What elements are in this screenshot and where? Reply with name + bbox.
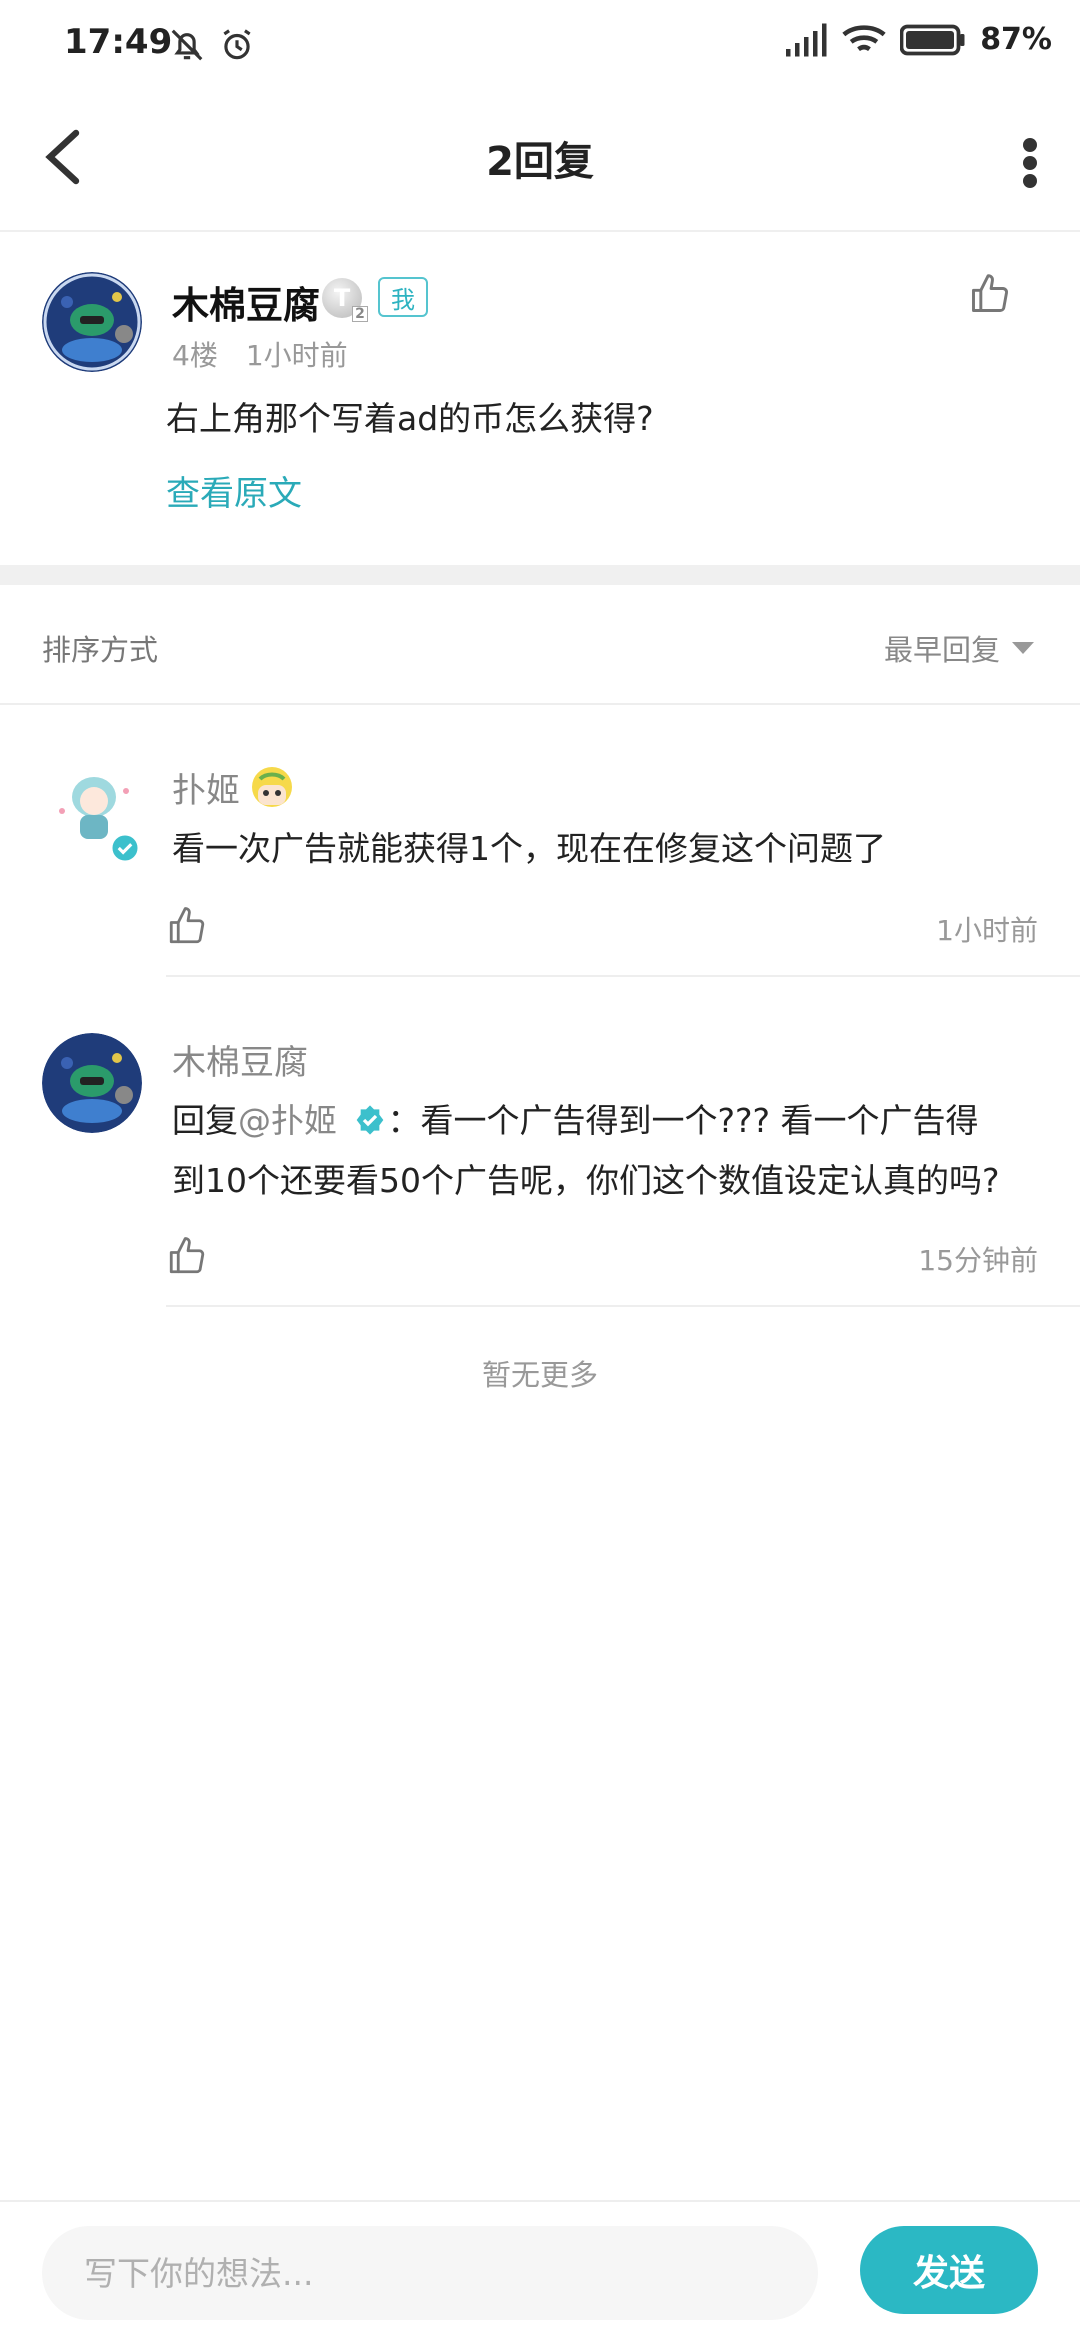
reply-time: 1小时前 xyxy=(936,914,1038,947)
alarm-icon xyxy=(223,29,251,60)
reply-content: 回复@扑姬 ：看一个广告得到一个??? 看一个广告得 到10个还要看50个广告呢… xyxy=(172,1091,1052,1211)
more-options-icon[interactable] xyxy=(1020,133,1040,193)
reply-item: 扑姬 看一次广告就能获得1个，现在在修复这个问题了 1小时前 xyxy=(0,705,1080,977)
like-icon[interactable] xyxy=(166,905,208,947)
floor-number: 4楼 xyxy=(172,339,218,372)
reply-time: 15分钟前 xyxy=(918,1244,1038,1277)
author-avatar[interactable] xyxy=(42,272,142,372)
view-original-link[interactable]: 查看原文 xyxy=(166,466,302,515)
reply-line-2: 到10个还要看50个广告呢，你们这个数值设定认真的吗? xyxy=(172,1161,1000,1200)
section-separator xyxy=(0,565,1080,585)
divider xyxy=(166,1305,1080,1307)
no-more-label: 暂无更多 xyxy=(481,1358,598,1392)
signal-icon xyxy=(786,23,827,56)
verified-badge-icon xyxy=(356,1105,383,1135)
send-button[interactable]: 发送 xyxy=(860,2226,1038,2314)
battery-percent: 87% xyxy=(980,22,1052,57)
reply-content: 看一次广告就能获得1个，现在在修复这个问题了 xyxy=(172,829,886,868)
reply-author[interactable]: 扑姬 xyxy=(172,763,240,812)
user-emblem-icon xyxy=(252,767,292,807)
sort-row: 排序方式 最早回复 xyxy=(0,585,1080,705)
sort-label: 排序方式 xyxy=(42,633,159,667)
wifi-icon xyxy=(842,24,886,51)
reply-item: 木棉豆腐 回复@扑姬 ：看一个广告得到一个??? 看一个广告得 到10个还要看5… xyxy=(0,977,1080,1307)
level-badge: T 2 xyxy=(322,278,368,322)
sort-value: 最早回复 xyxy=(883,633,1000,667)
sort-dropdown[interactable]: 最早回复 xyxy=(884,627,1034,669)
reply-line-1: 回复@扑姬 ：看一个广告得到一个??? 看一个广告得 xyxy=(172,1091,1052,1151)
verified-badge-icon xyxy=(110,833,140,863)
status-icons-left xyxy=(168,26,256,64)
reply-avatar[interactable] xyxy=(42,1033,142,1133)
comment-content: 右上角那个写着ad的币怎么获得? xyxy=(166,399,654,438)
bell-off-icon xyxy=(171,29,203,61)
comment-time: 1小时前 xyxy=(245,339,348,372)
status-right: 87% xyxy=(786,22,1052,57)
comment-input[interactable] xyxy=(42,2226,818,2320)
reply-mention[interactable]: @扑姬 xyxy=(238,1101,337,1140)
me-tag: 我 xyxy=(378,277,428,317)
comment-composer: 发送 xyxy=(0,2200,1080,2342)
like-icon[interactable] xyxy=(968,272,1012,316)
battery-icon xyxy=(900,24,965,55)
reply-prefix: 回复 xyxy=(172,1101,238,1140)
status-time: 17:49 xyxy=(64,22,173,62)
dropdown-caret-icon xyxy=(1012,642,1034,654)
like-icon[interactable] xyxy=(166,1235,208,1277)
author-name[interactable]: 木棉豆腐 xyxy=(172,275,320,329)
page-title: 2回复 xyxy=(486,139,594,185)
header: 2回复 xyxy=(0,95,1080,232)
comment-meta: 4楼 1小时前 xyxy=(172,334,348,374)
level-badge-sub: 2 xyxy=(352,306,368,322)
reply-line-1-text: ：看一个广告得到一个??? 看一个广告得 xyxy=(387,1101,979,1140)
reply-author[interactable]: 木棉豆腐 xyxy=(172,1035,308,1084)
